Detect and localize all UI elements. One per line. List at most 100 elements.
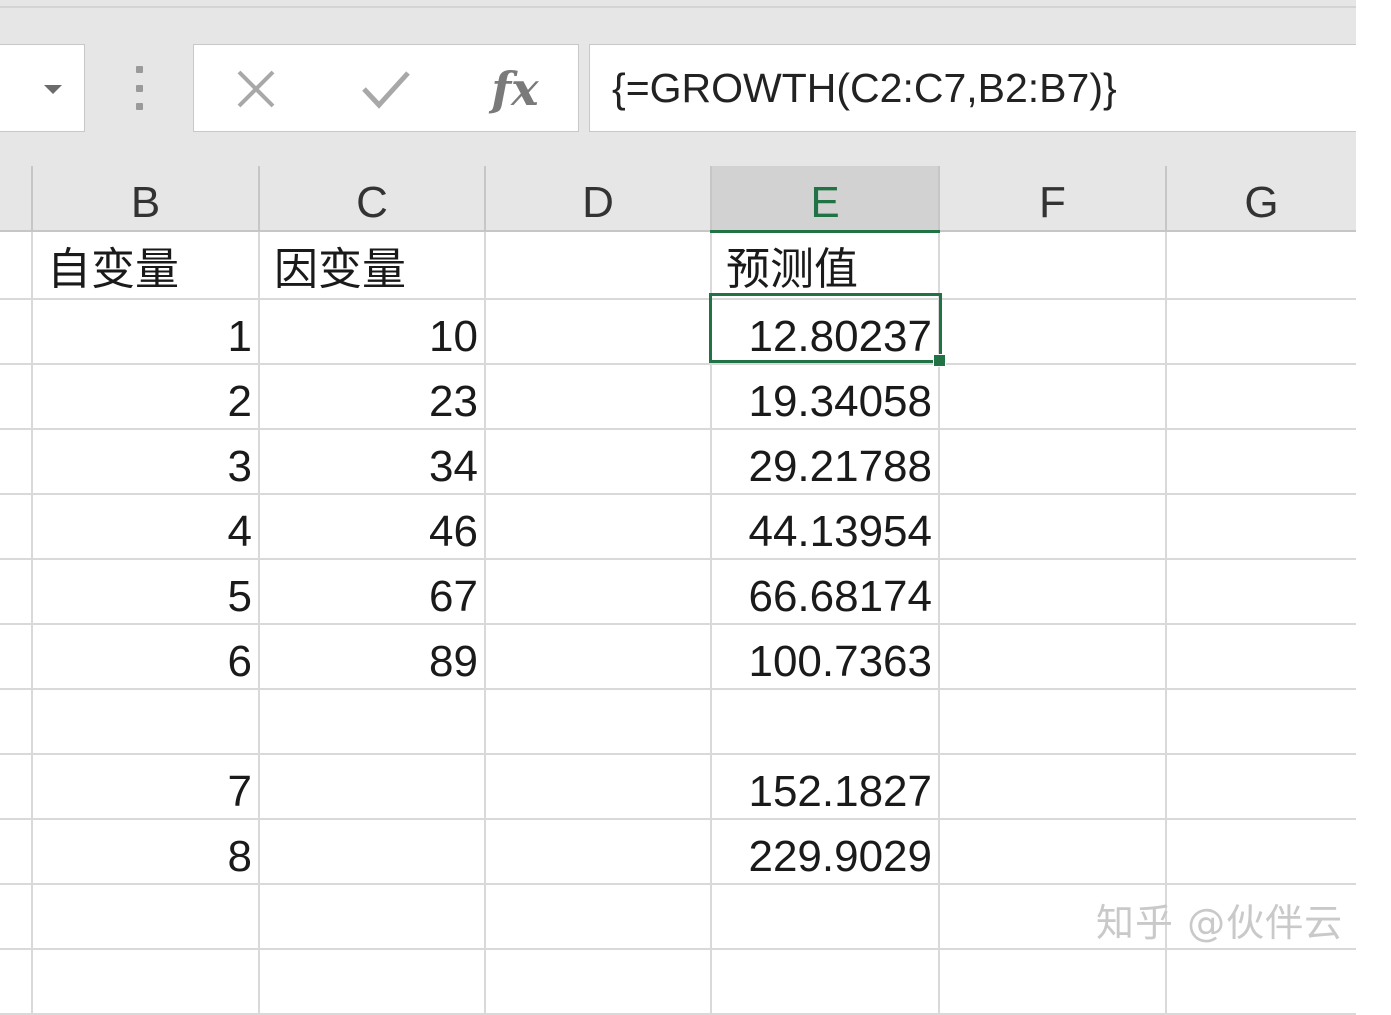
cell-d[interactable] (485, 818, 712, 885)
cell-d[interactable] (485, 298, 712, 365)
cell-e[interactable]: 19.34058 (711, 363, 940, 430)
formula-bar-area: fx {=GROWTH(C2:C7,B2:B7)} (0, 0, 1356, 166)
cell-c[interactable]: 46 (259, 493, 486, 560)
cell-b[interactable]: 自变量 (31, 231, 260, 300)
cell-e[interactable]: 66.68174 (711, 558, 940, 625)
cell-e[interactable]: 44.13954 (711, 493, 940, 560)
cell-f[interactable] (939, 818, 1167, 885)
cell-b[interactable]: 2 (31, 363, 260, 430)
column-header-e[interactable]: E (711, 166, 940, 233)
cell-d[interactable] (485, 428, 712, 495)
cell-c[interactable] (259, 688, 486, 755)
cell-c[interactable]: 因变量 (259, 231, 486, 300)
cell-d[interactable] (485, 753, 712, 820)
cell-c[interactable] (259, 818, 486, 885)
cell-b[interactable]: 5 (31, 558, 260, 625)
cell-g[interactable] (1166, 558, 1356, 625)
cell-f[interactable] (939, 231, 1167, 300)
cell-a-partial[interactable] (0, 298, 33, 365)
cell-d[interactable] (485, 948, 712, 1015)
cell-c[interactable]: 10 (259, 298, 486, 365)
cell-g[interactable] (1166, 298, 1356, 365)
cell-b[interactable]: 1 (31, 298, 260, 365)
cell-b[interactable]: 8 (31, 818, 260, 885)
cell-d[interactable] (485, 363, 712, 430)
drag-handle-icon[interactable] (135, 66, 143, 110)
cell-a-partial[interactable] (0, 883, 33, 950)
column-header-b[interactable]: B (31, 166, 260, 232)
cell-b[interactable]: 6 (31, 623, 260, 690)
cell-g[interactable] (1166, 753, 1356, 820)
cell-a-partial[interactable] (0, 231, 33, 300)
column-header-d[interactable]: D (485, 166, 712, 232)
cell-g[interactable] (1166, 428, 1356, 495)
cell-d[interactable] (485, 688, 712, 755)
cell-b[interactable] (31, 883, 260, 950)
cell-c[interactable]: 89 (259, 623, 486, 690)
cell-d[interactable] (485, 883, 712, 950)
cell-b[interactable]: 7 (31, 753, 260, 820)
cell-f[interactable] (939, 948, 1167, 1015)
cell-d[interactable] (485, 623, 712, 690)
cell-e[interactable]: 预测值 (711, 231, 940, 300)
cell-g[interactable] (1166, 688, 1356, 755)
cell-b[interactable] (31, 688, 260, 755)
cell-a-partial[interactable] (0, 493, 33, 560)
cell-c[interactable]: 67 (259, 558, 486, 625)
cell-a-partial[interactable] (0, 623, 33, 690)
cell-c[interactable] (259, 753, 486, 820)
cell-g[interactable] (1166, 231, 1356, 300)
chevron-down-icon[interactable] (44, 85, 62, 94)
cell-a-partial[interactable] (0, 753, 33, 820)
cell-f[interactable] (939, 428, 1167, 495)
column-header-g[interactable]: G (1166, 166, 1356, 232)
cell-e[interactable]: 12.80237 (711, 298, 940, 365)
cell-a-partial[interactable] (0, 558, 33, 625)
cell-e[interactable] (711, 948, 940, 1015)
cell-c[interactable] (259, 883, 486, 950)
cell-e[interactable]: 152.1827 (711, 753, 940, 820)
cell-c[interactable] (259, 948, 486, 1015)
name-box[interactable] (0, 44, 85, 132)
cell-c[interactable]: 34 (259, 428, 486, 495)
column-header-c[interactable]: C (259, 166, 486, 232)
cell-g[interactable] (1166, 493, 1356, 560)
cell-f[interactable] (939, 558, 1167, 625)
cell-g[interactable] (1166, 948, 1356, 1015)
cell-e[interactable]: 229.9029 (711, 818, 940, 885)
cell-f[interactable] (939, 298, 1167, 365)
cell-b[interactable] (31, 948, 260, 1015)
cell-c[interactable]: 23 (259, 363, 486, 430)
enter-button[interactable] (358, 59, 414, 119)
cell-g[interactable] (1166, 818, 1356, 885)
cell-b[interactable]: 4 (31, 493, 260, 560)
formula-input[interactable]: {=GROWTH(C2:C7,B2:B7)} (589, 44, 1356, 132)
cell-f[interactable] (939, 363, 1167, 430)
cell-b[interactable]: 3 (31, 428, 260, 495)
cell-a-partial[interactable] (0, 948, 33, 1015)
cell-f[interactable] (939, 623, 1167, 690)
cell-f[interactable] (939, 688, 1167, 755)
table-row (0, 948, 1356, 1015)
insert-function-button[interactable]: fx (480, 59, 550, 119)
cell-e[interactable]: 100.7363 (711, 623, 940, 690)
table-row: 3 34 29.21788 (0, 428, 1356, 495)
cell-d[interactable] (485, 231, 712, 300)
cell-a-partial[interactable] (0, 688, 33, 755)
table-row: 8 229.9029 (0, 818, 1356, 885)
cell-a-partial[interactable] (0, 818, 33, 885)
cell-f[interactable] (939, 493, 1167, 560)
cell-a-partial[interactable] (0, 428, 33, 495)
cell-g[interactable] (1166, 623, 1356, 690)
cell-e[interactable]: 29.21788 (711, 428, 940, 495)
column-header-f[interactable]: F (939, 166, 1167, 232)
cancel-button[interactable] (228, 59, 284, 119)
cell-g[interactable] (1166, 363, 1356, 430)
cell-e[interactable] (711, 883, 940, 950)
cell-f[interactable] (939, 753, 1167, 820)
cell-d[interactable] (485, 493, 712, 560)
cell-e[interactable] (711, 688, 940, 755)
column-header-a-partial[interactable] (0, 166, 33, 232)
cell-a-partial[interactable] (0, 363, 33, 430)
cell-d[interactable] (485, 558, 712, 625)
